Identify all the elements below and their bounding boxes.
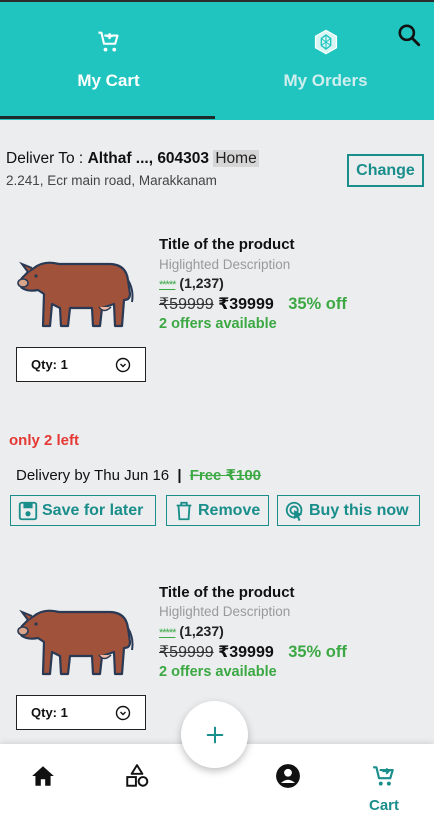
save-for-later-button[interactable]: Save for later bbox=[10, 495, 156, 526]
categories-icon bbox=[126, 764, 149, 787]
plus-icon bbox=[206, 726, 223, 743]
tab-label: My Orders bbox=[283, 71, 368, 90]
quantity-selector[interactable]: Qty: 1 bbox=[16, 347, 146, 382]
search-icon[interactable] bbox=[396, 22, 422, 48]
cart-icon bbox=[98, 31, 119, 52]
buy-label: Buy this now bbox=[309, 501, 409, 519]
add-button[interactable] bbox=[181, 701, 248, 768]
offers-link[interactable]: 2 offers available bbox=[159, 316, 277, 332]
product-title[interactable]: Title of the product bbox=[159, 236, 295, 253]
nav-home[interactable] bbox=[8, 744, 78, 819]
review-count: (1,237) bbox=[179, 623, 224, 639]
stock-warning: only 2 left bbox=[9, 432, 80, 449]
product-rating: ***** (1,237) bbox=[159, 275, 224, 291]
offers-link[interactable]: 2 offers available bbox=[159, 664, 277, 680]
discount-badge: 35% off bbox=[288, 643, 347, 661]
active-tab-indicator bbox=[0, 116, 215, 119]
deliver-to: Deliver To : Althaf ..., 604303 Home bbox=[6, 150, 259, 168]
product-description: Higlighted Description bbox=[159, 257, 291, 272]
rating-stars: ***** bbox=[159, 627, 176, 639]
product-image[interactable] bbox=[14, 598, 136, 678]
product-price: ₹59999 ₹39999 35% off bbox=[159, 294, 347, 314]
home-icon bbox=[32, 766, 54, 786]
deliver-name: Althaf ..., 604303 bbox=[87, 150, 210, 167]
buy-now-button[interactable]: Buy this now bbox=[277, 495, 420, 526]
qty-label: Qty: 1 bbox=[31, 357, 68, 372]
rating-stars: ***** bbox=[159, 279, 176, 291]
quantity-selector[interactable]: Qty: 1 bbox=[16, 695, 146, 730]
delivery-estimate: Delivery by Thu Jun 16 | Free ₹100 bbox=[16, 466, 261, 484]
delivery-address: 2.241, Ecr main road, Marakkanam bbox=[6, 173, 217, 188]
qty-label: Qty: 1 bbox=[31, 705, 68, 720]
delivery-date: Delivery by Thu Jun 16 bbox=[16, 467, 170, 484]
touch-icon bbox=[285, 501, 303, 521]
nav-categories[interactable] bbox=[102, 744, 172, 819]
nav-cart[interactable]: Cart bbox=[349, 744, 419, 819]
change-address-button[interactable]: Change bbox=[347, 154, 424, 187]
sale-price: ₹39999 bbox=[218, 644, 274, 661]
review-count: (1,237) bbox=[179, 275, 224, 291]
product-image[interactable] bbox=[14, 250, 136, 330]
tab-my-orders[interactable]: My Orders bbox=[217, 0, 434, 120]
remove-label: Remove bbox=[198, 501, 261, 519]
product-rating: ***** (1,237) bbox=[159, 623, 224, 639]
nav-account[interactable] bbox=[253, 744, 323, 819]
chevron-down-icon bbox=[115, 357, 131, 372]
nav-cart-label: Cart bbox=[368, 797, 399, 814]
tab-my-cart[interactable]: My Cart bbox=[0, 0, 217, 120]
deliver-prefix: Deliver To : bbox=[6, 150, 84, 167]
app-header: My Cart My Orders bbox=[0, 0, 434, 120]
product-price: ₹59999 ₹39999 35% off bbox=[159, 642, 347, 662]
separator: | bbox=[177, 467, 182, 484]
discount-badge: 35% off bbox=[288, 295, 347, 313]
trash-icon bbox=[176, 501, 192, 520]
sale-price: ₹39999 bbox=[218, 296, 274, 313]
remove-button[interactable]: Remove bbox=[166, 495, 269, 526]
mrp-price: ₹59999 bbox=[159, 296, 214, 313]
mrp-price: ₹59999 bbox=[159, 644, 214, 661]
tab-label: My Cart bbox=[77, 71, 140, 90]
address-tag: Home bbox=[213, 150, 259, 167]
account-icon bbox=[276, 764, 300, 788]
product-description: Higlighted Description bbox=[159, 604, 291, 619]
delivery-fee: Free ₹100 bbox=[189, 467, 262, 484]
save-icon bbox=[18, 501, 38, 520]
chevron-down-icon bbox=[115, 705, 131, 720]
save-label: Save for later bbox=[42, 501, 144, 519]
orders-icon bbox=[314, 29, 337, 55]
product-title[interactable]: Title of the product bbox=[159, 584, 295, 601]
cart-icon bbox=[373, 766, 394, 786]
